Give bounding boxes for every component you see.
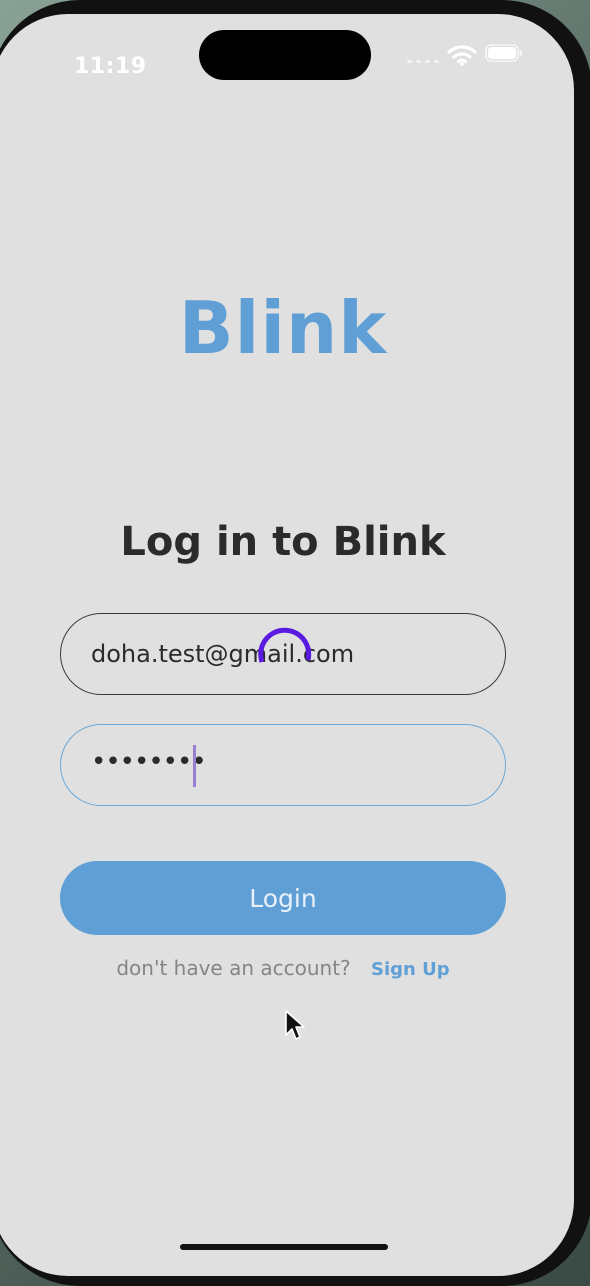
signup-prompt: don't have an account? — [116, 956, 351, 980]
text-caret — [193, 745, 196, 787]
phone-screen: 11:19 Blink Log in to Blink doha.test@gm… — [0, 14, 574, 1276]
password-value: •••••••• — [91, 747, 207, 777]
cellular-signal-icon — [407, 60, 439, 63]
login-button[interactable]: Login — [60, 861, 506, 935]
wifi-icon — [447, 45, 477, 66]
home-indicator[interactable] — [180, 1244, 388, 1250]
device-background: 11:19 Blink Log in to Blink doha.test@gm… — [0, 0, 590, 1286]
page-title: Log in to Blink — [120, 519, 446, 565]
signup-row: don't have an account? Sign Up — [0, 956, 574, 980]
dynamic-island — [199, 30, 371, 80]
mouse-pointer-icon — [285, 1010, 305, 1040]
app-logo: Blink — [178, 286, 388, 370]
signup-link[interactable]: Sign Up — [371, 959, 450, 980]
status-bar-time: 11:19 — [74, 54, 147, 79]
loading-spinner-icon — [258, 627, 312, 663]
password-field[interactable]: •••••••• — [60, 724, 506, 806]
phone-bezel: 11:19 Blink Log in to Blink doha.test@gm… — [0, 0, 590, 1286]
battery-icon — [485, 44, 522, 62]
